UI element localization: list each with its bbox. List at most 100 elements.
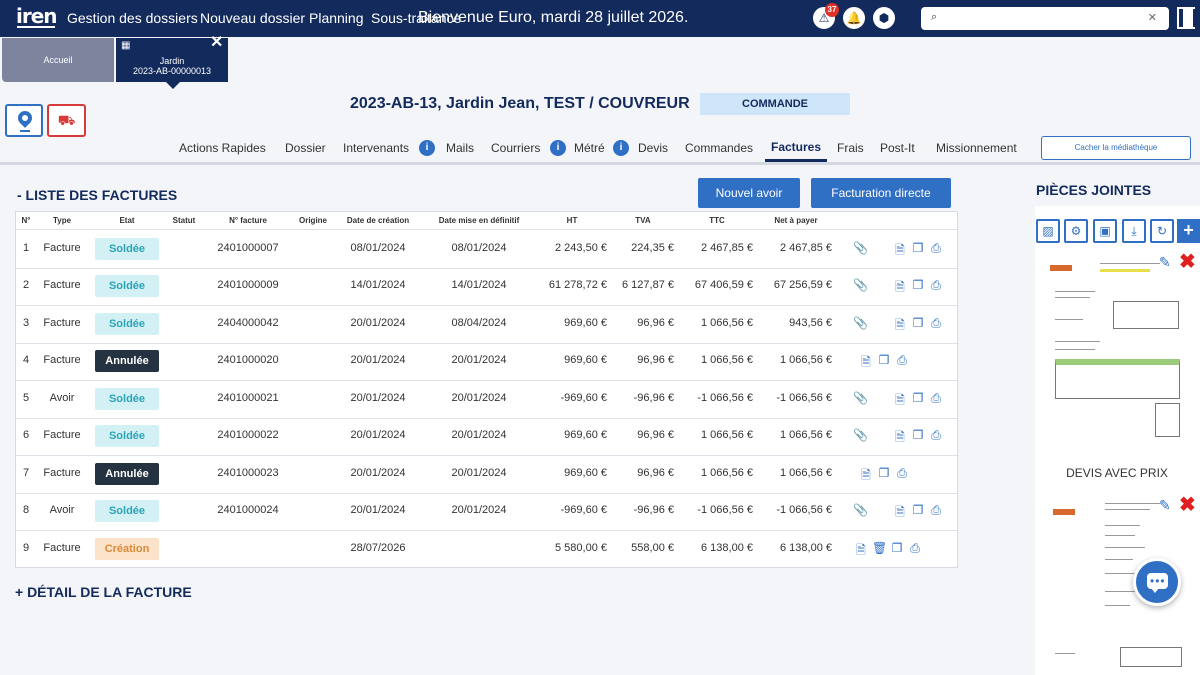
tab-actions-rapides[interactable]: Actions Rapides	[179, 141, 266, 155]
hide-media-button[interactable]: Cacher la médiathèque	[1041, 136, 1191, 160]
cell-type: Facture	[43, 279, 81, 292]
invoice-detail-toggle[interactable]: + DÉTAIL DE LA FACTURE	[15, 584, 192, 600]
row-divider	[16, 530, 957, 531]
attach-icon[interactable]: 📎	[853, 391, 868, 405]
box-icon[interactable]: ⬢	[873, 7, 895, 29]
info-icon[interactable]: i	[613, 140, 629, 156]
tab-commandes[interactable]: Commandes	[685, 141, 753, 155]
cell-invoice-number: 2401000021	[217, 391, 279, 404]
info-icon[interactable]: i	[550, 140, 566, 156]
column-header: Date mise en définitif	[438, 216, 520, 225]
cell-type: Facture	[43, 466, 81, 479]
app-logo[interactable]: iren	[16, 4, 58, 28]
document-icon[interactable]: 🗎	[859, 466, 873, 487]
copy-icon[interactable]: ❐	[911, 503, 925, 517]
download-icon[interactable]: ⤓	[1122, 219, 1146, 243]
tab-frais[interactable]: Frais	[837, 141, 864, 155]
attach-icon[interactable]: 📎	[853, 503, 868, 517]
trash-icon[interactable]: 🗑	[872, 541, 887, 555]
attachments-title: PIÈCES JOINTES	[1036, 182, 1152, 198]
logout-icon[interactable]	[1177, 7, 1195, 29]
tab-factures[interactable]: Factures	[771, 140, 821, 154]
gear-icon[interactable]: ⚙	[1064, 219, 1088, 243]
close-tab-icon[interactable]: ✕	[210, 35, 223, 51]
status-badge: Soldée	[95, 425, 159, 448]
cell-definitive-date: 20/01/2024	[451, 504, 507, 517]
nav-nouveau-dossier[interactable]: Nouveau dossier	[200, 10, 305, 26]
copy-icon[interactable]: ❐	[911, 428, 925, 442]
copy-icon[interactable]: ❐	[911, 316, 925, 330]
tab-missionnement[interactable]: Missionnement	[936, 141, 1017, 155]
print-icon[interactable]: ⎙	[929, 241, 943, 256]
top-bar: iren Gestion des dossiers Nouveau dossie…	[0, 0, 1200, 37]
copy-icon[interactable]: ❐	[877, 466, 891, 480]
cell-ttc: 1 066,56 €	[701, 354, 753, 367]
nav-gestion-dossiers[interactable]: Gestion des dossiers	[67, 10, 198, 26]
document-icon[interactable]: 🗎	[893, 428, 907, 449]
print-icon[interactable]: ⎙	[908, 541, 922, 556]
document-icon[interactable]: 🗎	[893, 316, 907, 337]
tab-devis[interactable]: Devis	[638, 141, 668, 155]
attach-icon[interactable]: 📎	[853, 316, 868, 330]
print-icon[interactable]: ⎙	[929, 503, 943, 518]
document-icon[interactable]: 🗎	[893, 391, 907, 412]
refresh-icon[interactable]: ↻	[1150, 219, 1174, 243]
attachment-thumbnail[interactable]	[1045, 253, 1185, 458]
save-icon[interactable]: ▣	[1093, 219, 1117, 243]
document-icon[interactable]: 🗎	[893, 241, 907, 262]
cell-net: 1 066,56 €	[780, 466, 832, 479]
tab-accueil[interactable]: Accueil	[2, 38, 114, 82]
tab-intervenants[interactable]: Intervenants	[343, 141, 409, 155]
tab-dossier[interactable]: Dossier	[285, 141, 326, 155]
attach-icon[interactable]: 📎	[853, 428, 868, 442]
copy-icon[interactable]: ❐	[911, 278, 925, 292]
attach-icon[interactable]: 📎	[853, 278, 868, 292]
direct-billing-button[interactable]: Facturation directe	[811, 178, 951, 208]
document-icon[interactable]: 🗎	[893, 278, 907, 299]
print-icon[interactable]: ⎙	[895, 466, 909, 481]
clear-search-icon[interactable]: ✕	[1148, 11, 1157, 24]
delete-icon[interactable]: ✖	[1179, 492, 1196, 517]
invoice-list-toggle[interactable]: - LISTE DES FACTURES	[17, 187, 177, 203]
attach-icon[interactable]: 📎	[853, 241, 868, 255]
bell-icon[interactable]: 🔔	[843, 7, 865, 29]
column-header: N° facture	[229, 216, 267, 225]
copy-icon[interactable]: ❐	[911, 241, 925, 255]
copy-icon[interactable]: ❐	[911, 391, 925, 405]
tab-post-it[interactable]: Post-It	[880, 141, 915, 155]
document-icon[interactable]: 🗎	[893, 503, 907, 524]
cell-number: 6	[22, 429, 30, 442]
tab-mails[interactable]: Mails	[446, 141, 474, 155]
print-icon[interactable]: ⎙	[895, 353, 909, 368]
add-attachment-button[interactable]: +	[1177, 219, 1200, 243]
print-icon[interactable]: ⎙	[929, 391, 943, 406]
print-icon[interactable]: ⎙	[929, 278, 943, 293]
tab-courriers[interactable]: Courriers	[491, 141, 540, 155]
image-icon[interactable]: ▨	[1036, 219, 1060, 243]
new-avoir-button[interactable]: Nouvel avoir	[698, 178, 800, 208]
cell-number: 5	[22, 391, 30, 404]
cell-tva: 96,96 €	[637, 316, 674, 329]
copy-icon[interactable]: ❐	[877, 353, 891, 367]
tab-dossier-jardin[interactable]: ▦ ✕ Jardin 2023-AB-00000013	[116, 35, 228, 82]
edit-icon[interactable]: ✎	[1159, 254, 1171, 271]
cell-ttc: 2 467,85 €	[701, 241, 753, 254]
truck-button[interactable]: ⛟	[47, 104, 86, 137]
print-icon[interactable]: ⎙	[929, 428, 943, 443]
edit-icon[interactable]: ✎	[1159, 497, 1171, 514]
cell-ht: 969,60 €	[564, 316, 607, 329]
tab-metre[interactable]: Métré	[574, 141, 605, 155]
delete-icon[interactable]: ✖	[1179, 249, 1196, 274]
search-input[interactable]: ⌕ ✕	[921, 7, 1169, 30]
chat-button[interactable]: •••	[1133, 558, 1181, 606]
row-divider	[16, 342, 957, 344]
cell-definitive-date: 20/01/2024	[451, 429, 507, 442]
nav-planning[interactable]: Planning	[309, 10, 364, 26]
print-icon[interactable]: ⎙	[929, 316, 943, 331]
document-icon[interactable]: 🗎	[859, 353, 873, 374]
document-icon[interactable]: 🗎	[854, 541, 868, 562]
map-button[interactable]	[5, 104, 43, 137]
info-icon[interactable]: i	[419, 140, 435, 156]
copy-icon[interactable]: ❐	[890, 541, 904, 555]
cell-invoice-number: 2401000024	[217, 504, 279, 517]
